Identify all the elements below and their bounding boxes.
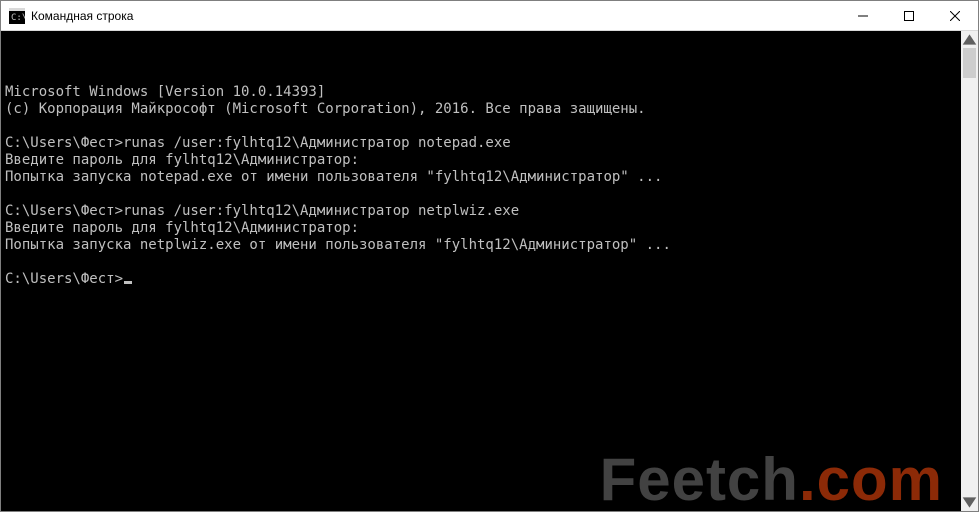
terminal-line: Попытка запуска netplwiz.exe от имени по… <box>5 237 957 254</box>
terminal-line <box>5 118 957 135</box>
maximize-button[interactable] <box>886 1 932 31</box>
terminal-line: C:\Users\Фест>runas /user:fylhtq12\Админ… <box>5 135 957 152</box>
close-button[interactable] <box>932 1 978 31</box>
vertical-scrollbar[interactable] <box>961 31 978 511</box>
watermark-tld: com <box>817 446 943 511</box>
terminal-line: C:\Users\Фест>runas /user:fylhtq12\Админ… <box>5 203 957 220</box>
terminal-output[interactable]: Microsoft Windows [Version 10.0.14393](c… <box>1 31 961 511</box>
scroll-up-button[interactable] <box>961 31 978 48</box>
terminal-line: Введите пароль для fylhtq12\Администрато… <box>5 220 957 237</box>
window-title: Командная строка <box>31 9 133 23</box>
terminal-line <box>5 186 957 203</box>
client-area: Microsoft Windows [Version 10.0.14393](c… <box>1 31 978 511</box>
terminal-line: Попытка запуска notepad.exe от имени пол… <box>5 169 957 186</box>
terminal-prompt-line: C:\Users\Фест> <box>5 271 957 288</box>
terminal-prompt: C:\Users\Фест> <box>5 271 123 287</box>
titlebar[interactable]: C:\ Командная строка <box>1 1 978 31</box>
scroll-thumb[interactable] <box>963 48 976 78</box>
watermark-brand: Feetch <box>600 446 799 511</box>
terminal-line: Microsoft Windows [Version 10.0.14393] <box>5 84 957 101</box>
terminal-line: (c) Корпорация Майкрософт (Microsoft Cor… <box>5 101 957 118</box>
terminal-line <box>5 254 957 271</box>
scroll-track[interactable] <box>961 48 978 494</box>
terminal-cursor <box>124 281 132 284</box>
command-prompt-window: C:\ Командная строка Microsoft Windows [… <box>0 0 979 512</box>
app-icon: C:\ <box>9 8 25 24</box>
minimize-button[interactable] <box>840 1 886 31</box>
scroll-down-button[interactable] <box>961 494 978 511</box>
watermark: Feetch.com <box>458 454 943 505</box>
svg-text:C:\: C:\ <box>11 13 25 23</box>
terminal-line: Введите пароль для fylhtq12\Администрато… <box>5 152 957 169</box>
watermark-dot: . <box>799 446 817 511</box>
